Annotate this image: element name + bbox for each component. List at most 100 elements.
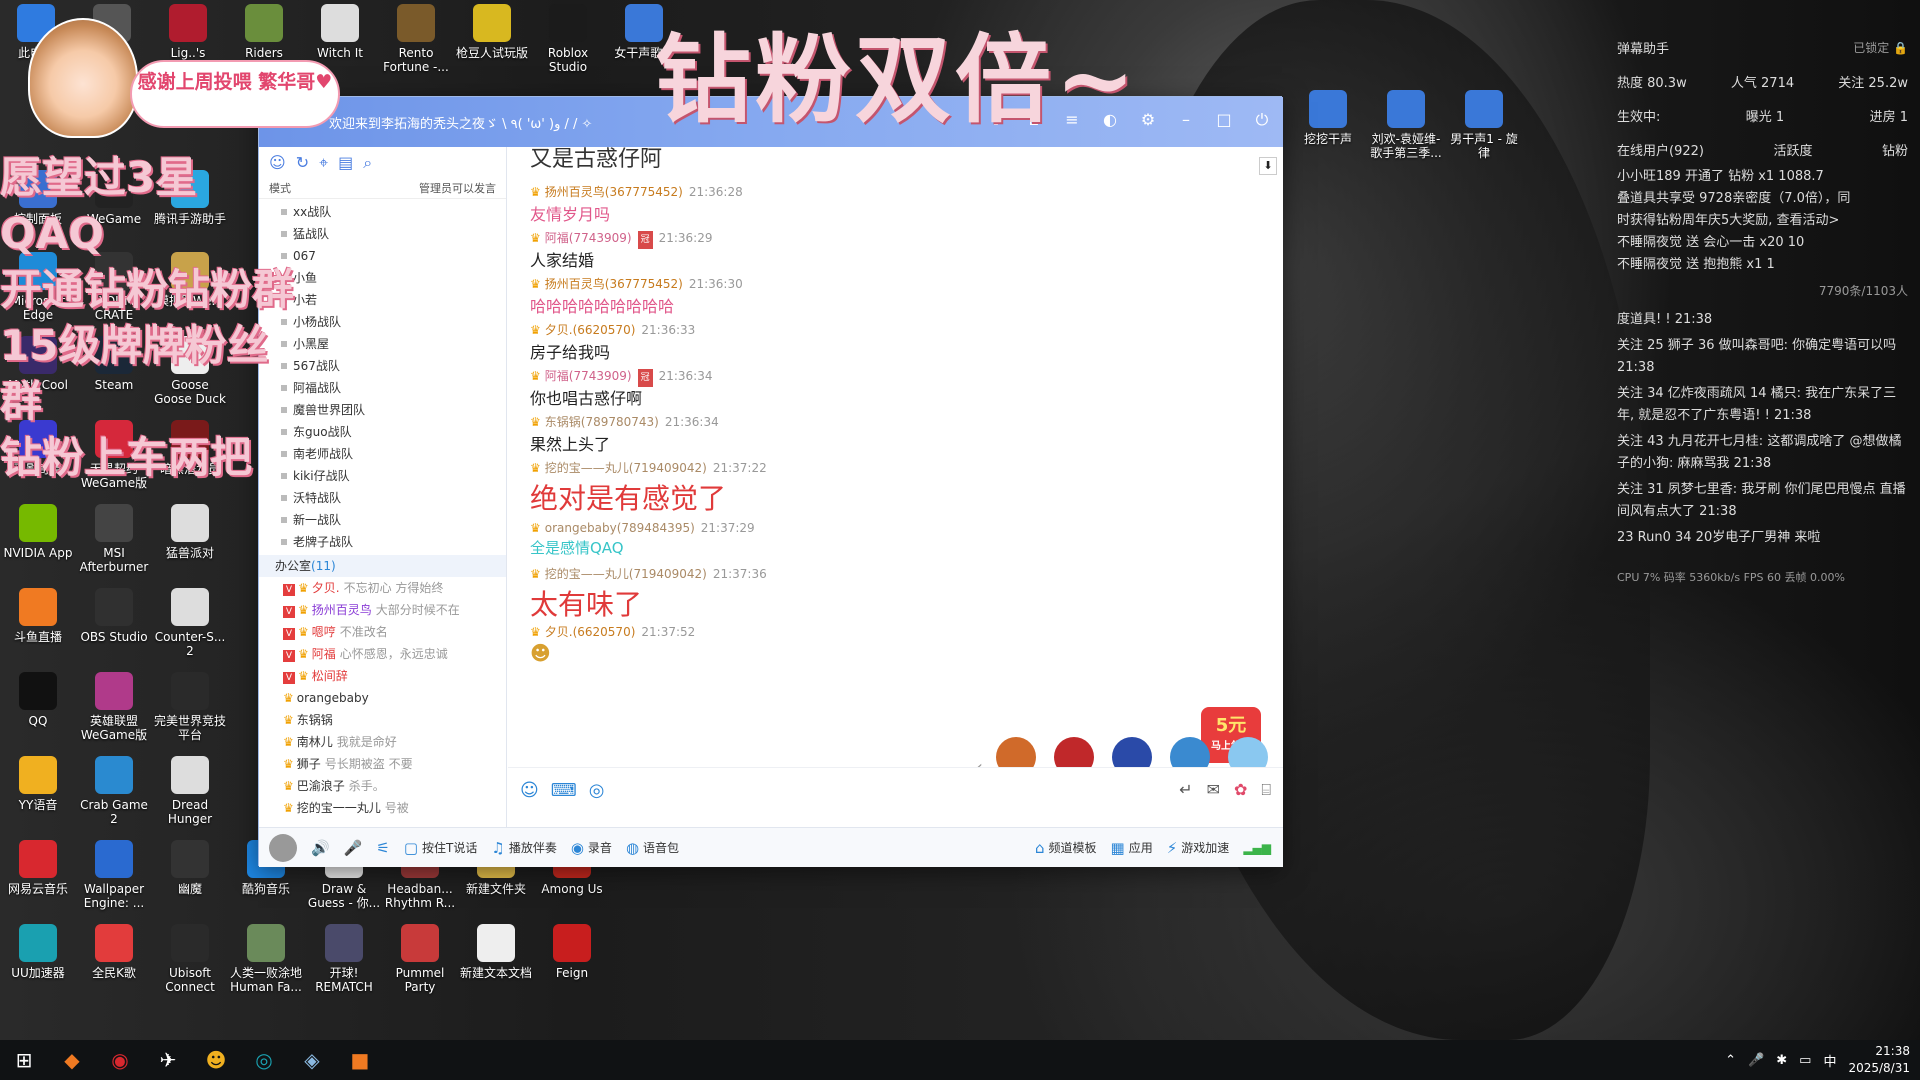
- message-user[interactable]: 挖的宝——丸儿(719409042): [545, 567, 707, 581]
- message-user[interactable]: 扬州百灵鸟(367775452): [545, 277, 683, 291]
- desktop-icon-nvidia-icon[interactable]: NVIDIA App: [0, 504, 76, 560]
- mic-icon[interactable]: 🎤: [344, 839, 363, 857]
- chat-input-row[interactable]: ☺ ⌨ ◎ ↵ ✉ ✿ ⌸: [508, 767, 1283, 827]
- record-button[interactable]: ◉ 录音: [571, 839, 612, 857]
- desktop-icon-lol-icon[interactable]: 英雄联盟 WeGame版: [76, 672, 152, 742]
- taskbar-obs-icon[interactable]: ■: [336, 1040, 384, 1080]
- avatar[interactable]: [269, 833, 297, 862]
- desktop-icon-file-icon[interactable]: 猛兽派对: [152, 504, 228, 560]
- channel-item[interactable]: 新一战队: [259, 509, 506, 531]
- desktop-icon-rento-icon[interactable]: Rento Fortune -...: [378, 4, 454, 74]
- taskbar-yy-icon[interactable]: ☻: [192, 1040, 240, 1080]
- member-row[interactable]: V ♛ 阿福 心怀感恩，永远忠诚: [259, 643, 506, 665]
- message-user[interactable]: 挖的宝——丸儿(719409042): [545, 461, 707, 475]
- message-user[interactable]: orangebaby(789484395): [545, 521, 695, 535]
- desktop-icon-roblox-icon[interactable]: Roblox Studio: [530, 4, 606, 74]
- message-user[interactable]: 扬州百灵鸟(367775452): [545, 185, 683, 199]
- bubble-icon[interactable]: ✉: [1207, 780, 1220, 800]
- message-user[interactable]: 东锅锅(789780743): [545, 415, 659, 429]
- game-boost-button[interactable]: ⚡ 游戏加速: [1167, 839, 1230, 857]
- desktop-icon-ubisoft-icon[interactable]: Ubisoft Connect: [152, 924, 228, 994]
- desktop-icon-rematch-icon[interactable]: 开球! REMATCH: [306, 924, 382, 994]
- lock-toggle[interactable]: 已锁定 🔒: [1853, 39, 1908, 56]
- member-row[interactable]: V ♛ 松间辞: [259, 665, 506, 687]
- desktop-icon-human-icon[interactable]: 人类一败涂地 Human Fa...: [228, 924, 304, 994]
- desktop-icon-qq-icon[interactable]: QQ: [0, 672, 76, 728]
- message-user[interactable]: 阿福(7743909): [545, 369, 632, 383]
- room-office[interactable]: 办公室(11): [259, 555, 506, 577]
- clock[interactable]: 21:38 2025/8/31: [1848, 1043, 1910, 1077]
- desktop-icon-wallpaper-icon[interactable]: Wallpaper Engine: ...: [76, 840, 152, 910]
- desktop-icon-file-icon[interactable]: Dread Hunger: [152, 756, 228, 826]
- member-row[interactable]: V ♛ 嗯哼 不准改名: [259, 621, 506, 643]
- member-row[interactable]: ♛ 南林儿 我就是命好: [259, 731, 506, 753]
- desktop-icon-msi-icon[interactable]: MSI Afterburner: [76, 504, 152, 574]
- accompaniment-button[interactable]: ♫ 播放伴奏: [491, 839, 556, 857]
- desktop-icon-pummel-icon[interactable]: Pummel Party: [382, 924, 458, 994]
- desktop-icon-crab-icon[interactable]: Crab Game 2: [76, 756, 152, 826]
- desktop-icon-yy-icon[interactable]: YY语音: [0, 756, 76, 812]
- member-row[interactable]: ♛ 巴渝浪子 杀手。: [259, 775, 506, 797]
- gift-item[interactable]: 0氪霸服: [991, 737, 1041, 767]
- desktop-icon-obs-icon[interactable]: OBS Studio: [76, 588, 152, 644]
- notes-icon[interactable]: ▤: [338, 153, 353, 172]
- desktop-icon-riders-icon[interactable]: Riders: [226, 4, 302, 60]
- speaker-icon[interactable]: 🔊: [311, 839, 330, 857]
- mixer-icon[interactable]: ⚟: [376, 839, 389, 857]
- member-row[interactable]: V ♛ 扬州百灵鸟 大部分时候不在: [259, 599, 506, 621]
- desktop-icon-wav-icon[interactable]: 男干声1 - 旋律: [1446, 90, 1522, 160]
- message-user[interactable]: 夕贝.(6620570): [545, 625, 636, 639]
- minimize-icon[interactable]: –: [1177, 111, 1195, 129]
- tray-mic-icon[interactable]: 🎤: [1748, 1053, 1764, 1068]
- apps-button[interactable]: ▦ 应用: [1111, 839, 1153, 857]
- tab-activity[interactable]: 活跃度: [1773, 140, 1812, 159]
- desktop-icon-mp3-icon[interactable]: 刘欢-袁娅维-歌手第三季...: [1368, 90, 1444, 160]
- desktop-icon-file-icon[interactable]: Counter-S... 2: [152, 588, 228, 658]
- member-row[interactable]: ♛ 挖的宝一一丸儿 号被: [259, 797, 506, 819]
- scroll-down-icon[interactable]: ⬇: [1259, 157, 1277, 175]
- voice-pack-button[interactable]: ◍ 语音包: [626, 839, 679, 857]
- settings-icon[interactable]: ⚙: [1139, 111, 1157, 129]
- member-row[interactable]: V ♛ 夕贝. 不忘初心 方得始终: [259, 577, 506, 599]
- channel-item[interactable]: 老牌子战队: [259, 531, 506, 553]
- tray-network-icon[interactable]: ▭: [1799, 1053, 1811, 1068]
- message-user[interactable]: 阿福(7743909): [545, 231, 632, 245]
- channel-template-button[interactable]: ⌂ 频道模板: [1035, 839, 1097, 857]
- desktop-icon-wav-icon[interactable]: 挖挖干声: [1290, 90, 1366, 146]
- desktop-icon-game-icon[interactable]: Lig..'s: [150, 4, 226, 60]
- gamepad-icon[interactable]: ⌨: [551, 780, 577, 801]
- taskbar-uu-icon[interactable]: ◎: [240, 1040, 288, 1080]
- emoji-icon[interactable]: ☺: [520, 780, 539, 801]
- desktop-icon-douyu-icon[interactable]: 斗鱼直播: [0, 588, 76, 644]
- tray-ime[interactable]: 中: [1823, 1051, 1836, 1070]
- desktop-icon-ksong-icon[interactable]: 全民K歌: [76, 924, 152, 980]
- desktop-icon-feign-icon[interactable]: Feign: [534, 924, 610, 980]
- start-icon[interactable]: ⊞: [0, 1040, 48, 1080]
- push-to-talk-button[interactable]: ▢ 按住T说话: [404, 839, 478, 857]
- desktop-icon-text-file-icon[interactable]: 新建文本文档: [458, 924, 534, 980]
- member-row[interactable]: ♛ 狮子 号长期被盗 不要: [259, 753, 506, 775]
- gift-item[interactable]: 小游戏: [1223, 737, 1273, 767]
- tab-online-users[interactable]: 在线用户(922): [1617, 140, 1704, 159]
- taskbar-douyu-icon[interactable]: ◆: [48, 1040, 96, 1080]
- member-row[interactable]: ♛ 东锅锅: [259, 709, 506, 731]
- desktop-icon-uu-icon[interactable]: UU加速器: [0, 924, 76, 980]
- member-row[interactable]: ♛ orangebaby: [259, 687, 506, 709]
- search-icon[interactable]: ⌕: [363, 153, 372, 172]
- channel-item[interactable]: 沃特战队: [259, 487, 506, 509]
- flower-icon[interactable]: ✿: [1234, 780, 1247, 800]
- desktop-icon-m-icon[interactable]: 幽魔: [152, 840, 228, 896]
- gift-item[interactable]: 热血江湖: [1049, 737, 1099, 767]
- desktop-icon-file-icon[interactable]: Witch It: [302, 4, 378, 60]
- voice-chat-icon[interactable]: ◎: [589, 780, 605, 801]
- tab-diamond-fans[interactable]: 钻粉: [1882, 140, 1908, 159]
- taskbar-game-icon[interactable]: ✈: [144, 1040, 192, 1080]
- desktop-icon-netease-music-icon[interactable]: 网易云音乐: [0, 840, 76, 896]
- power-icon[interactable]: ⏻: [1253, 111, 1271, 129]
- prev-arrow-icon[interactable]: ‹: [976, 757, 983, 767]
- send-icon[interactable]: ↵: [1179, 780, 1192, 800]
- tray-expand-icon[interactable]: ⌃: [1725, 1053, 1736, 1068]
- maximize-icon[interactable]: □: [1215, 111, 1233, 129]
- taskbar-steam-icon[interactable]: ◈: [288, 1040, 336, 1080]
- desktop-icon-perfect-icon[interactable]: 完美世界竞技平台: [152, 672, 228, 742]
